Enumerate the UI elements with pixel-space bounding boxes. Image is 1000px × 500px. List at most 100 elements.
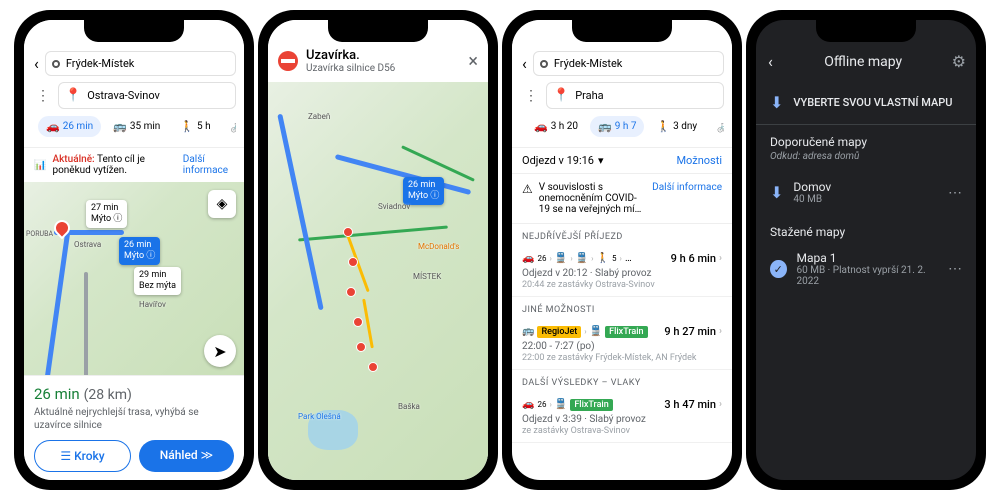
section-trains: DALŠÍ VÝSLEDKY – VLAKY (512, 370, 732, 392)
notch (816, 20, 916, 42)
trip-option-1[interactable]: 🚗26› 🚆›🚆› 🚶5›… 9 h 6 min› Odjezd v 20:12… (512, 246, 732, 297)
closure-subtitle: Uzavírka silnice D56 (306, 63, 395, 74)
bus-icon: 🚌 (113, 120, 127, 133)
closure-marker (356, 342, 366, 352)
download-icon: ⬇ (770, 93, 783, 112)
closure-marker (368, 362, 378, 372)
from-field[interactable]: Frýdek-Místek (45, 51, 236, 76)
route-label-b[interactable]: 26 min Mýto ⓘ (119, 237, 160, 265)
recommended-header: Doporučené mapy (756, 125, 976, 151)
steps-button[interactable]: ☰ Kroky (34, 440, 131, 472)
more-icon[interactable]: ⋯ (948, 185, 962, 201)
bus-icon: 🚌 (522, 326, 534, 337)
options-link[interactable]: Možnosti (676, 154, 722, 167)
destination-pin-icon: 📍 (553, 88, 569, 103)
trip-option-3[interactable]: 🚗26› 🚆FlixTrain 3 h 47 min› Odjezd v 3:3… (512, 392, 732, 443)
walk-icon: 🚶 (180, 120, 194, 133)
notch (572, 20, 672, 42)
closure-title: Uzavírka. (306, 48, 395, 63)
train-icon: 🚆 (555, 253, 567, 264)
walk-icon: 🚶 (597, 253, 609, 264)
downloaded-header: Stažené mapy (756, 215, 976, 241)
car-icon: 🚗 (522, 399, 534, 410)
bus-icon: 🚌 (598, 120, 612, 133)
closure-sign-icon (278, 51, 298, 71)
section-other: JINÉ MOŽNOSTI (512, 297, 732, 319)
route-distance: (28 km) (84, 387, 132, 403)
gear-icon[interactable]: ⚙ (952, 52, 966, 71)
bike-icon: 🚲 (717, 120, 724, 133)
menu-dots-icon[interactable]: ⋮ (520, 88, 542, 104)
destination-pin-icon: 📍 (65, 88, 81, 103)
select-own-map-button[interactable]: ⬇ VYBERTE SVOU VLASTNÍ MAPU (756, 81, 976, 125)
route-label[interactable]: 26 min Mýto ⓘ (403, 177, 444, 205)
back-icon[interactable]: ‹ (520, 54, 529, 73)
chevron-down-icon: ▾ (598, 154, 604, 167)
chart-icon: 📊 (34, 160, 46, 171)
car-icon: 🚗 (46, 120, 60, 133)
phone-1-directions: ‹ Frýdek-Místek ⋮ 📍 Ostrava-Svinov 🚗26 m… (14, 10, 254, 490)
mode-walk[interactable]: 🚶3 dny (648, 116, 705, 137)
mode-transit[interactable]: 🚌9 h 7 (590, 116, 644, 137)
route-summary: 26 min (28 km) Aktuálně nejrychlejší tra… (24, 375, 244, 480)
to-field[interactable]: 📍 Praha (546, 82, 724, 109)
to-text: Ostrava-Svinov (87, 89, 160, 102)
closure-marker (353, 317, 363, 327)
close-icon[interactable]: × (468, 51, 478, 72)
layers-button[interactable]: ◈ (208, 190, 236, 218)
mode-bike[interactable]: 🚲 (709, 116, 724, 137)
more-info-link[interactable]: Další informace (652, 182, 722, 215)
closure-marker (343, 227, 353, 237)
section-earliest: NEJDŘÍVĚJŠÍ PŘÍJEZD (512, 224, 732, 246)
download-icon: ⬇ (770, 183, 783, 202)
bike-icon: 🚲 (231, 120, 236, 133)
to-field[interactable]: 📍 Ostrava-Svinov (58, 82, 236, 109)
route-label-a[interactable]: 27 min Mýto ⓘ (86, 200, 127, 228)
mode-walk[interactable]: 🚶5 h (172, 116, 218, 137)
origin-dot-icon (540, 60, 548, 68)
map-canvas[interactable]: 27 min Mýto ⓘ 26 min Mýto ⓘ 29 min Bez m… (24, 182, 244, 375)
mode-car[interactable]: 🚗3 h 20 (526, 116, 586, 137)
car-icon: 🚗 (534, 120, 548, 133)
train-icon: 🚆 (555, 399, 567, 410)
notch (84, 20, 184, 42)
map-canvas[interactable]: 26 min Mýto ⓘ Zabeň Sviadnov MÍSTEK McDo… (268, 82, 488, 480)
back-icon[interactable]: ‹ (766, 52, 775, 71)
train-icon: 🚆 (590, 326, 602, 337)
covid-alert: ⚠ V souvislosti s onemocněním COVID-19 s… (512, 173, 732, 224)
departure-row[interactable]: Odjezd v 19:16▾ Možnosti (512, 147, 732, 173)
crowding-alert: 📊 Aktuálně: Tento cíl je poněkud vytížen… (24, 147, 244, 182)
mode-transit[interactable]: 🚌35 min (105, 116, 168, 137)
downloaded-map-row[interactable]: ✓ Mapa 1 60 MB · Platnost vyprší 21. 2. … (756, 241, 976, 297)
page-title: Offline mapy (785, 54, 942, 70)
route-label-c[interactable]: 29 min Bez mýta (134, 267, 181, 295)
origin-dot-icon (52, 60, 60, 68)
menu-dots-icon[interactable]: ⋮ (32, 88, 54, 104)
car-icon: 🚗 (522, 253, 534, 264)
warning-icon: ⚠ (522, 182, 533, 215)
from-field[interactable]: Frýdek-Místek (533, 51, 724, 76)
preview-button[interactable]: Náhled ≫ (139, 440, 234, 472)
more-icon[interactable]: ⋯ (948, 261, 962, 277)
trip-option-2[interactable]: 🚌RegioJet› 🚆FlixTrain 9 h 27 min› 22:00 … (512, 319, 732, 370)
compass-button[interactable]: ➤ (204, 335, 236, 367)
notch (328, 20, 428, 42)
walk-icon: 🚶 (656, 120, 670, 133)
closure-marker (346, 287, 356, 297)
back-icon[interactable]: ‹ (32, 54, 41, 73)
train-icon: 🚆 (576, 253, 588, 264)
mode-bike[interactable]: 🚲 (223, 116, 236, 137)
from-text: Frýdek-Místek (66, 57, 135, 70)
route-time: 26 min (34, 385, 80, 403)
route-description: Aktuálně nejrychlejší trasa, vyhýbá se u… (34, 406, 234, 432)
more-info-link[interactable]: Další informace (183, 154, 234, 176)
closure-marker (348, 257, 358, 267)
recommended-subtitle: Odkud: adresa domů (756, 151, 976, 170)
mode-tabs: 🚗3 h 20 🚌9 h 7 🚶3 dny 🚲 ✈ (520, 112, 724, 141)
check-icon: ✓ (770, 260, 787, 278)
phone-3-transit: ‹ Frýdek-Místek ⋮ 📍 Praha 🚗3 h 20 🚌9 h 7… (502, 10, 742, 490)
phone-4-offline-maps: ‹ Offline mapy ⚙ ⬇ VYBERTE SVOU VLASTNÍ … (746, 10, 986, 490)
recommended-map-row[interactable]: ⬇ Domov 40 MB ⋯ (756, 170, 976, 215)
mode-car[interactable]: 🚗26 min (38, 116, 101, 137)
mode-tabs: 🚗26 min 🚌35 min 🚶5 h 🚲 ✈ (32, 112, 236, 141)
